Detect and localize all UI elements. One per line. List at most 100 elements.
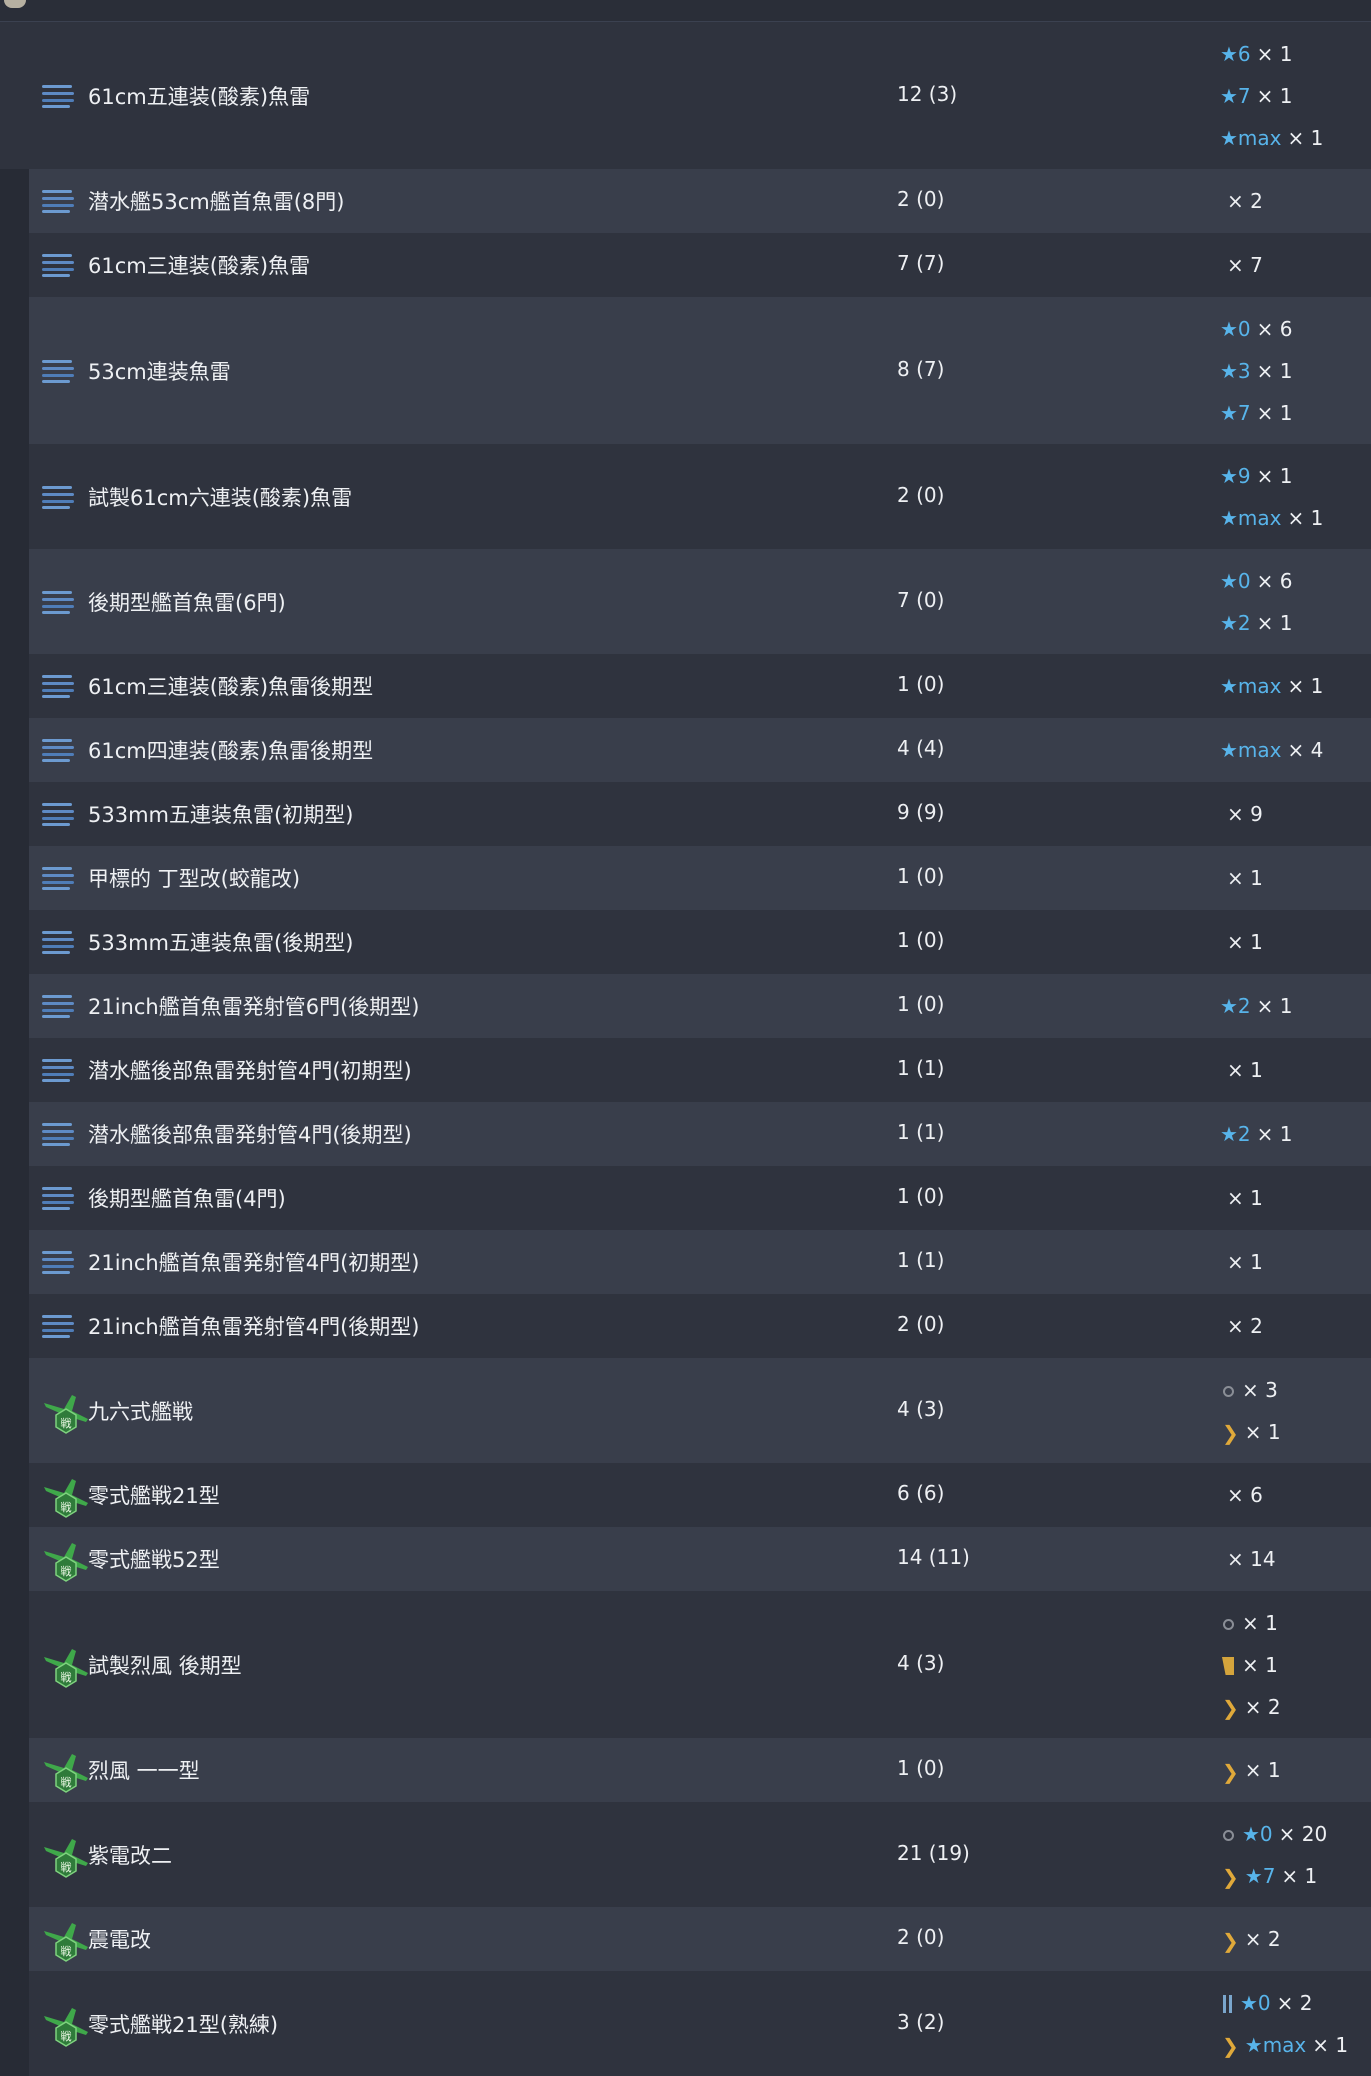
table-row[interactable]: 戦試製烈風 後期型 4 (3) × 1 × 1 ❯ × 2 xyxy=(29,1591,1371,1738)
equipment-name: 潜水艦後部魚雷発射管4門(初期型) xyxy=(88,1059,412,1083)
equipment-name: 53cm連装魚雷 xyxy=(88,359,231,384)
torpedo-icon xyxy=(42,189,74,213)
table-row[interactable]: 533mm五連装魚雷(初期型) 9 (9) × 9 xyxy=(29,782,1371,846)
torpedo-icon xyxy=(42,485,74,509)
quantity-text: × 1 xyxy=(1287,125,1324,150)
proficiency-entry: × 1 xyxy=(1220,1650,1278,1680)
table-row[interactable]: 61cm三連装(酸素)魚雷 7 (7) × 7 xyxy=(29,233,1371,297)
proficiency-entry: ★0 × 20 xyxy=(1220,1819,1327,1849)
equipment-count: 9 (9) xyxy=(897,800,945,824)
torpedo-icon xyxy=(42,253,74,277)
proficiency-entry: ★max × 4 xyxy=(1220,735,1323,765)
table-row[interactable]: 61cm三連装(酸素)魚雷後期型 1 (0) ★max × 1 xyxy=(29,654,1371,718)
fighter-icon: 戦 xyxy=(42,1833,90,1881)
table-row[interactable]: 61cm五連装(酸素)魚雷 12 (3) ★6 × 1 ★7 × 1 ★max × 1 xyxy=(0,22,1371,169)
quantity-text: × 6 xyxy=(1256,568,1293,593)
proficiency-entry: × 3 xyxy=(1220,1375,1278,1405)
quantity-text: × 1 xyxy=(1227,866,1263,890)
proficiency-entry: ★max × 1 xyxy=(1220,123,1323,153)
table-row[interactable]: 後期型艦首魚雷(6門) 7 (0) ★0 × 6 ★2 × 1 xyxy=(29,549,1371,654)
chevron-rank-icon: ❯ xyxy=(1222,1421,1239,1445)
fighter-icon: 戦 xyxy=(42,1537,90,1585)
quantity-text: × 14 xyxy=(1227,1547,1276,1571)
equipment-name: 九六式艦戦 xyxy=(88,1399,193,1424)
proficiency-entry: × 1 xyxy=(1220,863,1263,893)
table-row[interactable]: 潜水艦後部魚雷発射管4門(初期型) 1 (1) × 1 xyxy=(29,1038,1371,1102)
top-bar xyxy=(0,0,1371,22)
bar-rank-icon xyxy=(1222,1657,1234,1675)
quantity-text: × 1 xyxy=(1227,1058,1263,1082)
torpedo-icon xyxy=(42,994,74,1018)
quantity-text: × 1 xyxy=(1242,1610,1278,1635)
table-row[interactable]: 後期型艦首魚雷(4門) 1 (0) × 1 xyxy=(29,1166,1371,1230)
equipment-count: 2 (0) xyxy=(897,1925,945,1949)
equipment-count: 1 (0) xyxy=(897,1184,945,1208)
proficiency-entry: ★0 × 2 xyxy=(1220,1988,1313,2018)
table-row[interactable]: 潜水艦53cm艦首魚雷(8門) 2 (0) × 2 xyxy=(29,169,1371,233)
quantity-text: × 1 xyxy=(1242,1652,1278,1677)
equipment-name: 21inch艦首魚雷発射管4門(初期型) xyxy=(88,1251,420,1275)
proficiency-entry: ★max × 1 xyxy=(1220,503,1323,533)
proficiency-entry: × 7 xyxy=(1220,250,1263,280)
quantity-text: × 1 xyxy=(1256,610,1293,635)
table-row[interactable]: 戦 零式艦戦21型(熟練) 3 (2) ★0 × 2 ❯ ★max × 1 xyxy=(29,1971,1371,2076)
star-level: ★7 xyxy=(1244,1863,1276,1888)
svg-text:戦: 戦 xyxy=(61,1501,72,1514)
equipment-count: 7 (7) xyxy=(897,251,945,275)
table-row[interactable]: 戦 紫電改二 21 (19) ★0 × 20 ❯ ★7 × 1 xyxy=(29,1802,1371,1907)
proficiency-entry: ★6 × 1 xyxy=(1220,39,1293,69)
proficiency-entry: × 2 xyxy=(1220,1311,1263,1341)
star-level: ★7 xyxy=(1220,83,1251,108)
equipment-name: 烈風 一一型 xyxy=(88,1759,200,1783)
table-row[interactable]: 戦 零式艦戦52型 14 (11) × 14 xyxy=(29,1527,1371,1591)
fighter-icon: 戦 xyxy=(42,1473,90,1521)
quantity-text: × 1 xyxy=(1287,674,1324,698)
table-row[interactable]: 潜水艦後部魚雷発射管4門(後期型) 1 (1) ★2 × 1 xyxy=(29,1102,1371,1166)
svg-text:戦: 戦 xyxy=(61,1776,72,1789)
equipment-count: 14 (11) xyxy=(897,1545,970,1569)
table-row[interactable]: 53cm連装魚雷 8 (7) ★0 × 6 ★3 × 1 ★7 × 1 xyxy=(29,297,1371,444)
table-row[interactable]: 戦九六式艦戦 4 (3) × 3 ❯ × 1 xyxy=(29,1358,1371,1463)
proficiency-entry: × 2 xyxy=(1220,186,1263,216)
table-row[interactable]: 戦 零式艦戦21型 6 (6) × 6 xyxy=(29,1463,1371,1527)
torpedo-icon xyxy=(42,1122,74,1146)
proficiency-entry: ★3 × 1 xyxy=(1220,356,1293,386)
equipment-count: 4 (3) xyxy=(897,1650,945,1675)
table-row[interactable]: 533mm五連装魚雷(後期型) 1 (0) × 1 xyxy=(29,910,1371,974)
table-row[interactable]: 21inch艦首魚雷発射管6門(後期型) 1 (0) ★2 × 1 xyxy=(29,974,1371,1038)
equipment-count: 1 (1) xyxy=(897,1248,945,1272)
table-row[interactable]: 21inch艦首魚雷発射管4門(初期型) 1 (1) × 1 xyxy=(29,1230,1371,1294)
table-row[interactable]: 戦 震電改 2 (0) ❯ × 2 xyxy=(29,1907,1371,1971)
torpedo-icon xyxy=(42,1314,74,1338)
proficiency-entry: ❯ × 2 xyxy=(1220,1924,1281,1954)
equipment-name: 後期型艦首魚雷(4門) xyxy=(88,1187,286,1211)
proficiency-entry: × 1 xyxy=(1220,1055,1263,1085)
star-level: ★0 xyxy=(1220,568,1251,593)
table-row[interactable]: 61cm四連装(酸素)魚雷後期型 4 (4) ★max × 4 xyxy=(29,718,1371,782)
proficiency-entry: ★7 × 1 xyxy=(1220,81,1293,111)
equipment-count: 6 (6) xyxy=(897,1481,945,1505)
star-level: ★7 xyxy=(1220,400,1251,425)
equipment-count: 2 (0) xyxy=(897,482,945,507)
proficiency-entry: ★0 × 6 xyxy=(1220,566,1293,596)
quantity-text: × 1 xyxy=(1256,400,1293,425)
fighter-icon: 戦 xyxy=(42,1917,90,1965)
proficiency-entry: × 1 xyxy=(1220,927,1263,957)
quantity-text: × 2 xyxy=(1244,1927,1281,1951)
table-row[interactable]: 戦 烈風 一一型 1 (0) ❯ × 1 xyxy=(29,1738,1371,1802)
equipment-count: 4 (4) xyxy=(897,736,945,760)
equipment-name: 21inch艦首魚雷発射管4門(後期型) xyxy=(88,1315,420,1339)
table-row[interactable]: 甲標的 丁型改(蛟龍改) 1 (0) × 1 xyxy=(29,846,1371,910)
equipment-name: 潜水艦後部魚雷発射管4門(後期型) xyxy=(88,1123,412,1147)
equipment-name: 紫電改二 xyxy=(88,1843,172,1868)
equipment-name: 零式艦戦21型 xyxy=(88,1484,220,1508)
equipment-count: 21 (19) xyxy=(897,1840,970,1865)
equipment-name: 533mm五連装魚雷(後期型) xyxy=(88,931,354,955)
equipment-count: 7 (0) xyxy=(897,587,945,612)
star-level: ★3 xyxy=(1220,358,1251,383)
proficiency-entry: ❯ ★7 × 1 xyxy=(1220,1861,1317,1891)
proficiency-entry: ❯ × 2 xyxy=(1220,1692,1281,1722)
table-row[interactable]: 21inch艦首魚雷発射管4門(後期型) 2 (0) × 2 xyxy=(29,1294,1371,1358)
table-row[interactable]: 試製61cm六連装(酸素)魚雷 2 (0) ★9 × 1 ★max × 1 xyxy=(29,444,1371,549)
star-level: ★max xyxy=(1220,125,1282,150)
